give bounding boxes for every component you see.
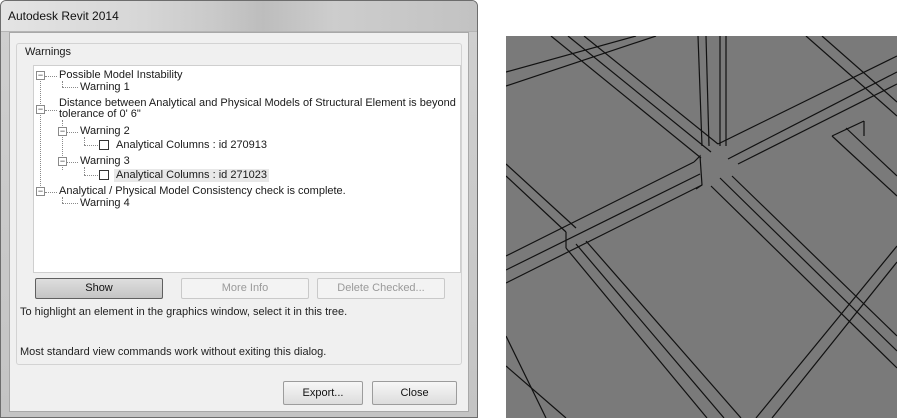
close-button[interactable]: Close [372,381,457,405]
tree-guide [45,110,57,111]
structural-framing-view [506,36,897,418]
element-checkbox[interactable] [99,140,109,150]
collapse-icon[interactable]: − [36,187,45,196]
warnings-group: Warnings − Possible Model Instability Wa… [16,43,462,365]
warnings-dialog: Autodesk Revit 2014 Warnings − Possible … [0,0,478,418]
tree-guide [67,162,78,163]
graphics-viewport[interactable] [506,36,897,418]
tree-guide [62,203,78,204]
tree-node-warning-1[interactable]: Warning 1 [80,82,130,93]
export-button[interactable]: Export... [283,381,363,405]
tree-guide [84,137,85,145]
collapse-icon[interactable]: − [58,127,67,136]
tree-guide [84,167,85,175]
collapse-icon[interactable]: − [58,157,67,166]
tree-guide [67,132,78,133]
title-bar[interactable]: Autodesk Revit 2014 [1,1,477,32]
view-commands-hint: Most standard view commands work without… [20,346,327,358]
tree-guide [40,76,41,192]
collapse-icon[interactable]: − [36,71,45,80]
tree-node-warning-4[interactable]: Warning 4 [80,198,130,209]
element-checkbox[interactable] [99,170,109,180]
tree-node-analytical-columns-271023[interactable]: Analytical Columns : id 271023 [114,169,270,182]
tree-guide [45,76,57,77]
tree-guide [45,192,57,193]
tree-node-warning-2[interactable]: Warning 2 [80,126,130,137]
warnings-tree[interactable]: − Possible Model Instability Warning 1 −… [33,65,461,273]
tree-node-possible-model-instability[interactable]: Possible Model Instability [59,70,183,81]
tree-guide [84,145,98,146]
tree-node-warning-3[interactable]: Warning 3 [80,156,130,167]
group-label: Warnings [23,46,74,58]
tree-guide [84,175,98,176]
tree-node-consistency-check[interactable]: Analytical / Physical Model Consistency … [59,186,346,197]
show-button[interactable]: Show [35,278,163,299]
more-info-button[interactable]: More Info [181,278,309,299]
tree-node-distance-tolerance-line2: tolerance of 0' 6" [59,108,141,120]
dialog-body: Warnings − Possible Model Instability Wa… [9,32,469,412]
collapse-icon[interactable]: − [36,105,45,114]
delete-checked-button[interactable]: Delete Checked... [317,278,445,299]
tree-node-analytical-columns-270913[interactable]: Analytical Columns : id 270913 [116,140,267,151]
tree-guide [62,87,78,88]
window-title: Autodesk Revit 2014 [8,9,119,23]
highlight-hint: To highlight an element in the graphics … [20,306,348,318]
